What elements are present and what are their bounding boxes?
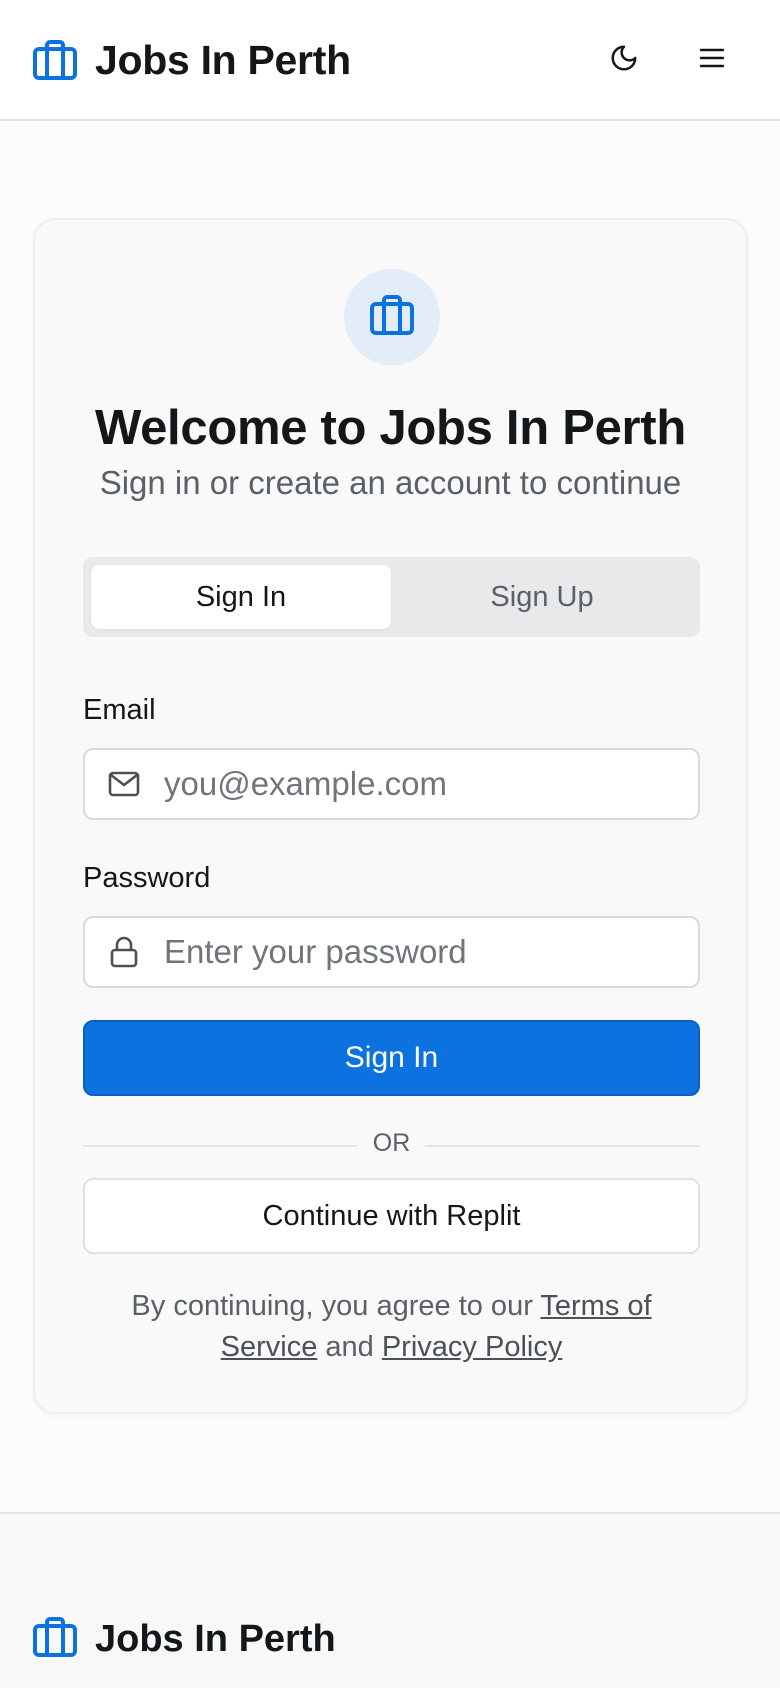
site-footer: Jobs In Perth [0, 1512, 780, 1688]
tab-sign-up[interactable]: Sign Up [392, 565, 692, 629]
briefcase-icon [33, 40, 77, 80]
password-input[interactable] [164, 933, 684, 971]
briefcase-icon [370, 294, 414, 340]
briefcase-icon [33, 1616, 77, 1662]
privacy-policy-link[interactable]: Privacy Policy [382, 1331, 563, 1363]
sign-in-button[interactable]: Sign In [83, 1020, 700, 1096]
lock-icon [107, 935, 141, 969]
mail-icon [107, 767, 141, 801]
divider-line [425, 1145, 700, 1147]
site-header: Jobs In Perth [0, 0, 780, 121]
page-title: Welcome to Jobs In Perth [95, 401, 686, 455]
divider-or: OR [372, 1129, 411, 1157]
password-field-wrapper [83, 916, 700, 988]
page-subtitle: Sign in or create an account to continue [99, 464, 682, 501]
continue-with-replit-button[interactable]: Continue with Replit [83, 1178, 700, 1254]
logo-badge [344, 269, 440, 365]
legal-joiner: and [317, 1331, 382, 1363]
tab-sign-in[interactable]: Sign In [91, 565, 391, 629]
footer-brand-name: Jobs In Perth [95, 1617, 336, 1660]
legal-prefix: By continuing, you agree to our [131, 1290, 541, 1322]
theme-toggle-button[interactable] [594, 30, 654, 90]
divider-line [83, 1145, 358, 1147]
email-field-wrapper [83, 748, 700, 820]
auth-card: Welcome to Jobs In Perth Sign in or crea… [33, 218, 748, 1414]
footer-brand[interactable]: Jobs In Perth [33, 1614, 336, 1664]
brand-name: Jobs In Perth [95, 36, 351, 83]
legal-notice: By continuing, you agree to our Terms of… [83, 1286, 700, 1368]
brand-link[interactable]: Jobs In Perth [33, 34, 351, 86]
email-label: Email [83, 694, 156, 726]
email-input[interactable] [164, 765, 684, 803]
auth-tabs: Sign In Sign Up [83, 557, 700, 637]
password-label: Password [83, 862, 211, 894]
moon-icon [609, 43, 639, 78]
menu-button[interactable] [682, 30, 742, 90]
hamburger-menu-icon [699, 47, 725, 74]
